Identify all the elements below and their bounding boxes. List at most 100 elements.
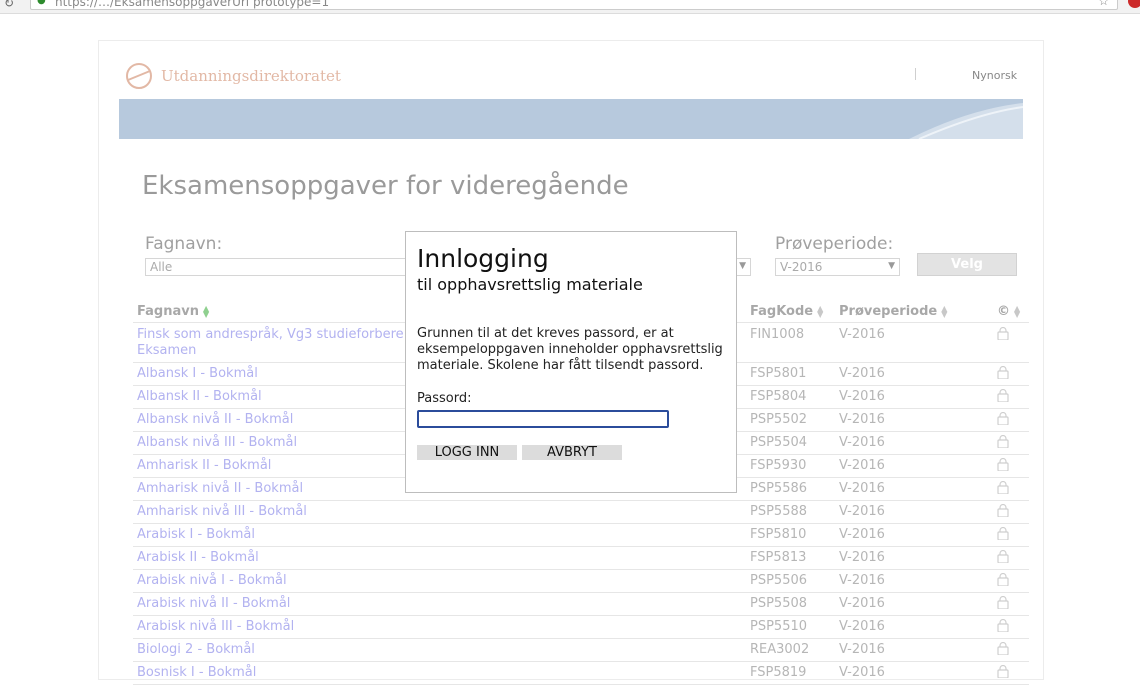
- column-header-fagkode[interactable]: FagKode ▲ ▼: [750, 304, 823, 319]
- language-link-nynorsk[interactable]: Nynorsk: [972, 69, 1017, 82]
- table-row-divider: [133, 523, 1029, 524]
- cancel-button[interactable]: AVBRYT: [522, 445, 622, 460]
- column-header-copyright[interactable]: © ▲ ▼: [997, 304, 1020, 319]
- padlock-icon[interactable]: [997, 457, 1009, 474]
- password-input[interactable]: [417, 410, 669, 428]
- extension-icon[interactable]: [1128, 0, 1140, 8]
- sort-icon: ▲ ▼: [202, 303, 210, 319]
- bookmark-star-icon[interactable]: ☆: [1098, 0, 1109, 8]
- udir-logo-icon: [126, 63, 152, 89]
- exam-title-link[interactable]: Albansk II - Bokmål: [137, 389, 262, 404]
- dialog-subtitle: til opphavsrettslig materiale: [417, 275, 643, 294]
- fagkode-cell: REA3002: [750, 642, 810, 657]
- exam-title-link[interactable]: Arabisk II - Bokmål: [137, 550, 259, 565]
- sort-icon: ▲ ▼: [941, 303, 948, 319]
- secure-lock-icon: ●: [37, 0, 46, 6]
- fagkode-cell: PSP5586: [750, 481, 808, 496]
- exam-title-link[interactable]: Arabisk I - Bokmål: [137, 527, 255, 542]
- padlock-icon[interactable]: [997, 595, 1009, 612]
- proveperiode-cell: V-2016: [839, 389, 885, 404]
- proveperiode-cell: V-2016: [839, 527, 885, 542]
- proveperiode-cell: V-2016: [839, 366, 885, 381]
- padlock-icon[interactable]: [997, 434, 1009, 451]
- fagkode-cell: PSP5508: [750, 596, 808, 611]
- proveperiode-select-value: V-2016: [780, 260, 823, 274]
- table-row-divider: [133, 569, 1029, 570]
- exam-title-link[interactable]: Albansk nivå II - Bokmål: [137, 412, 293, 427]
- fagkode-cell: PSP5506: [750, 573, 808, 588]
- exam-title-link[interactable]: Finsk som andrespråk, Vg3 studieforbere: [137, 327, 404, 342]
- padlock-icon[interactable]: [997, 664, 1009, 681]
- password-label: Passord:: [417, 391, 472, 406]
- table-row-divider: [133, 500, 1029, 501]
- padlock-icon[interactable]: [997, 618, 1009, 635]
- exam-title-link[interactable]: Biologi 2 - Bokmål: [137, 642, 255, 657]
- exam-title-link[interactable]: Amharisk nivå III - Bokmål: [137, 504, 307, 519]
- proveperiode-filter-label: Prøveperiode:: [775, 234, 894, 254]
- exam-title-link[interactable]: Amharisk II - Bokmål: [137, 458, 271, 473]
- padlock-icon[interactable]: [997, 549, 1009, 566]
- sort-icon: ▲ ▼: [1014, 303, 1021, 319]
- chevron-down-icon: ▼: [739, 261, 746, 271]
- fagnavn-select-value: Alle: [150, 260, 173, 274]
- site-logo[interactable]: Utdanningsdirektoratet: [125, 61, 341, 91]
- table-row-divider: [133, 546, 1029, 547]
- dialog-message: Grunnen til at det kreves passord, er at…: [417, 326, 723, 373]
- exam-title-link[interactable]: Albansk nivå III - Bokmål: [137, 435, 297, 450]
- fagkode-cell: PSP5502: [750, 412, 808, 427]
- fagkode-cell: FIN1008: [750, 327, 805, 342]
- padlock-icon[interactable]: [997, 503, 1009, 520]
- exam-title-link[interactable]: Amharisk nivå II - Bokmål: [137, 481, 303, 496]
- exam-title-link[interactable]: Arabisk nivå II - Bokmål: [137, 596, 290, 611]
- padlock-icon[interactable]: [997, 365, 1009, 382]
- table-row-divider: [133, 592, 1029, 593]
- address-bar[interactable]: ● https://…/EksamensoppgaverUrl prototyp…: [30, 0, 1118, 10]
- login-button[interactable]: LOGG INN: [417, 445, 517, 460]
- exam-title-link[interactable]: Arabisk nivå I - Bokmål: [137, 573, 287, 588]
- table-row-divider: [133, 638, 1029, 639]
- chevron-down-icon: ▼: [888, 261, 895, 271]
- proveperiode-cell: V-2016: [839, 435, 885, 450]
- fagnavn-filter-label: Fagnavn:: [145, 234, 223, 254]
- exam-title-link[interactable]: Albansk I - Bokmål: [137, 366, 258, 381]
- padlock-icon[interactable]: [997, 526, 1009, 543]
- proveperiode-select[interactable]: V-2016 ▼: [775, 258, 900, 276]
- fagkode-cell: PSP5510: [750, 619, 808, 634]
- column-header-fagnavn[interactable]: Fagnavn ▲ ▼: [137, 304, 209, 319]
- fagkode-cell: FSP5801: [750, 366, 807, 381]
- padlock-icon[interactable]: [997, 641, 1009, 658]
- exam-title-link-line2[interactable]: Eksamen: [137, 343, 196, 358]
- padlock-icon[interactable]: [997, 388, 1009, 405]
- reload-icon[interactable]: ↻: [4, 0, 14, 10]
- login-dialog: Innlogging til opphavsrettslig materiale…: [405, 231, 737, 493]
- fagkode-cell: FSP5930: [750, 458, 807, 473]
- padlock-icon[interactable]: [997, 480, 1009, 497]
- fagkode-cell: FSP5813: [750, 550, 807, 565]
- page-title: Eksamensoppgaver for videregående: [142, 171, 629, 201]
- proveperiode-cell: V-2016: [839, 412, 885, 427]
- table-row-divider: [133, 615, 1029, 616]
- padlock-icon[interactable]: [997, 326, 1009, 343]
- banner-swoosh-graphic: [909, 103, 1023, 139]
- fagkode-cell: PSP5504: [750, 435, 808, 450]
- dialog-title: Innlogging: [417, 244, 549, 273]
- header-divider: [915, 68, 916, 80]
- fagkode-cell: FSP5810: [750, 527, 807, 542]
- proveperiode-cell: V-2016: [839, 550, 885, 565]
- proveperiode-cell: V-2016: [839, 504, 885, 519]
- column-header-proveperiode[interactable]: Prøveperiode ▲ ▼: [839, 304, 947, 319]
- fagkode-cell: FSP5804: [750, 389, 807, 404]
- page-container: Utdanningsdirektoratet Nynorsk Eksamenso…: [98, 40, 1044, 685]
- padlock-icon[interactable]: [997, 572, 1009, 589]
- padlock-icon[interactable]: [997, 411, 1009, 428]
- fagkode-cell: PSP5588: [750, 504, 808, 519]
- proveperiode-cell: V-2016: [839, 481, 885, 496]
- logo-text: Utdanningsdirektoratet: [161, 67, 341, 85]
- proveperiode-cell: V-2016: [839, 642, 885, 657]
- proveperiode-cell: V-2016: [839, 596, 885, 611]
- exam-title-link[interactable]: Arabisk nivå III - Bokmål: [137, 619, 294, 634]
- proveperiode-cell: V-2016: [839, 573, 885, 588]
- velg-button[interactable]: Velg: [917, 253, 1017, 276]
- sort-icon: ▲ ▼: [817, 303, 824, 319]
- table-row-divider: [133, 661, 1029, 662]
